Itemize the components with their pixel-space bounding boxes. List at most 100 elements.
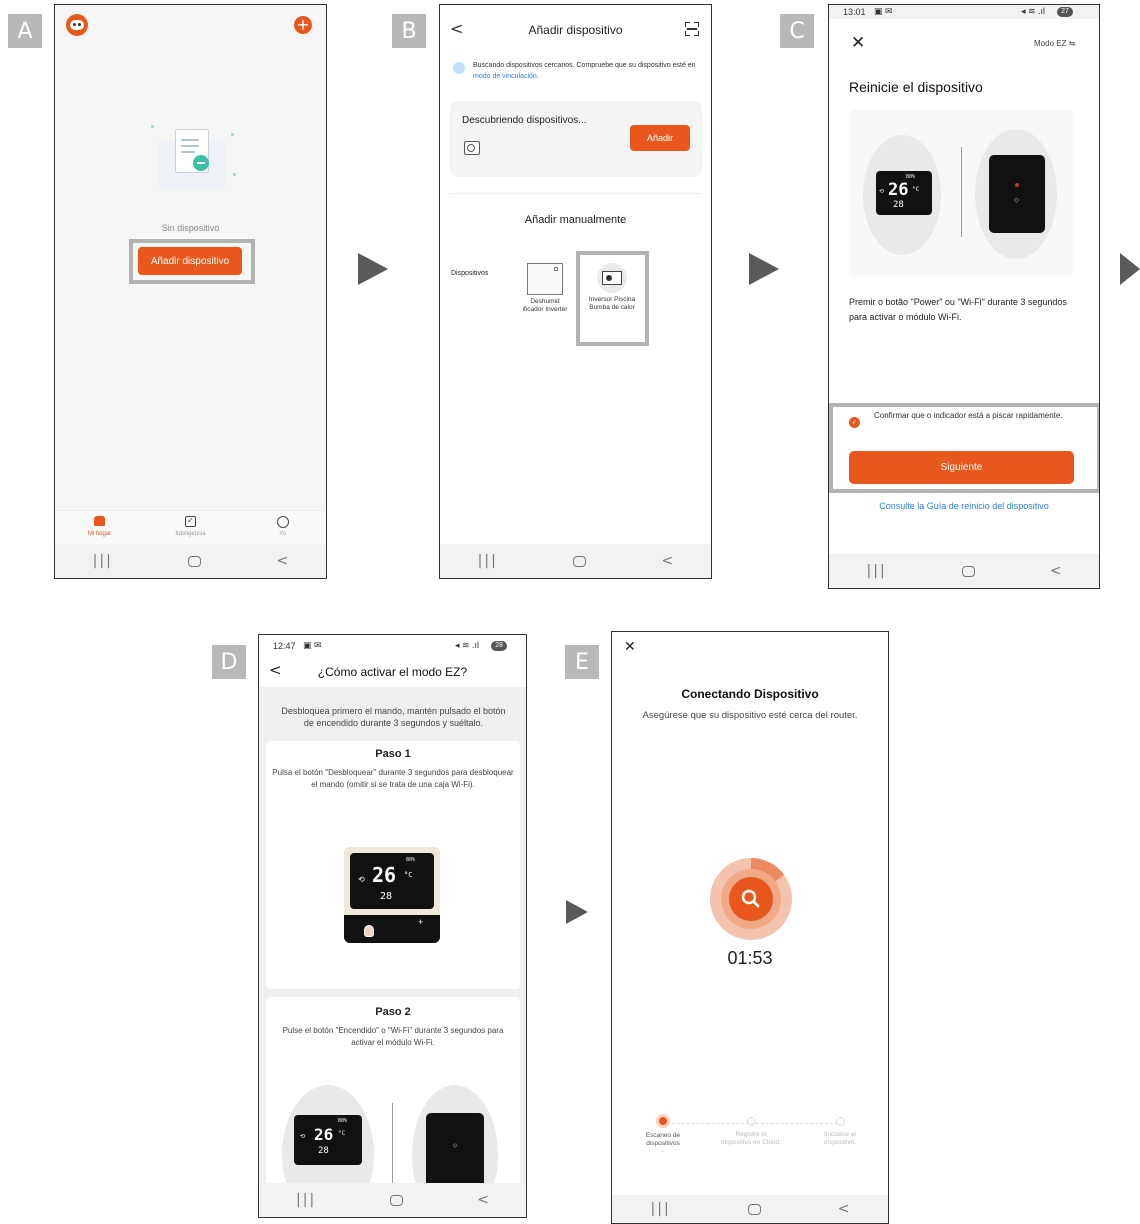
recent-apps-icon[interactable]: |||	[296, 1192, 316, 1208]
page-title: Reinicie el dispositivo	[849, 79, 983, 95]
arrow-d-to-e	[566, 900, 588, 924]
close-icon[interactable]: ✕	[624, 639, 636, 655]
check-square-icon: ✓	[185, 516, 196, 527]
thermostat-image: 80% 26 °C 28 ⟲ +	[344, 847, 440, 943]
step-label: Escaneo de dispositivos	[645, 1132, 681, 1147]
home-button-icon[interactable]	[747, 1203, 761, 1215]
intro-text: Desbloquea primero el mando, mantén puls…	[281, 706, 506, 728]
search-icon	[734, 881, 770, 917]
separator-line	[961, 147, 962, 237]
recent-apps-icon[interactable]: |||	[93, 553, 113, 569]
searching-indicator-icon	[453, 62, 465, 74]
device-item-dehumidifier[interactable]: Deshumid ificador Inverter	[522, 263, 568, 314]
tab-home[interactable]: Mi hogar	[77, 516, 122, 537]
confirm-text: Confirmar que o indicador está a piscar …	[874, 411, 1063, 420]
header: 12:47 ▣ ✉ ◂ ≋ .ıl 28 < ¿Cómo activar el …	[259, 635, 526, 687]
battery-icon: 28	[491, 641, 507, 651]
battery-icon: 27	[1057, 7, 1073, 17]
screen-e: ✕ Conectando Dispositivo Asegúrese que s…	[611, 631, 889, 1224]
progress-step-1: Escaneo de dispositivos .	[633, 1114, 693, 1154]
step-label: Registre el dispositivo en Cloud.	[721, 1131, 781, 1146]
close-icon[interactable]: ✕	[851, 33, 865, 53]
instructions-text: Premir o botão "Power" ou "Wi-Fi" durant…	[849, 297, 1067, 322]
dehumidifier-icon	[527, 263, 563, 295]
system-nav-bar: ||| <	[612, 1195, 888, 1223]
pairing-mode-link[interactable]: modo de vinculación	[473, 73, 537, 80]
thermostat-display: 80% 26 °C 28 ⟲	[876, 171, 932, 215]
back-icon[interactable]: <	[1050, 563, 1062, 579]
heat-pump-icon	[597, 263, 627, 293]
back-icon[interactable]: <	[477, 1192, 489, 1208]
page-title: ¿Cómo activar el modo EZ?	[317, 665, 468, 679]
discovering-card: Descubriendo dispositivos... Añadir	[450, 101, 702, 177]
thermostat-display: 80% 26 °C 28 ⟲	[294, 1115, 362, 1165]
back-icon[interactable]: <	[838, 1201, 850, 1217]
system-nav-bar: ||| <	[829, 554, 1099, 588]
empty-document-icon	[147, 121, 237, 201]
status-time: 13:01	[843, 7, 866, 17]
tab-home-label: Mi hogar	[87, 531, 112, 537]
status-time: 12:47	[273, 641, 296, 651]
step-label-c: C	[780, 14, 814, 48]
device-image-card: 80% 26 °C 28 ⟲ ⬦	[849, 109, 1073, 277]
page-title: Añadir dispositivo	[528, 23, 623, 37]
screen-d: 12:47 ▣ ✉ ◂ ≋ .ıl 28 < ¿Cómo activar el …	[258, 634, 527, 1218]
back-icon[interactable]: <	[662, 553, 674, 569]
arrow-a-to-b	[358, 253, 388, 285]
reset-guide-link[interactable]: Consulte la Guía de reinicio del disposi…	[829, 501, 1099, 511]
add-plus-icon[interactable]: +	[294, 16, 312, 34]
home-icon	[94, 516, 105, 526]
device-item-heat-pump[interactable]: Inversor Piscina Bomba de calor	[584, 263, 640, 312]
confirm-checkbox[interactable]: ✓	[849, 417, 860, 428]
step2-title: Paso 2	[375, 1006, 411, 1018]
arrow-c-to-d	[1120, 253, 1140, 285]
home-button-icon[interactable]	[188, 555, 202, 567]
step-label-b: B	[392, 14, 426, 48]
notification-icons: ▣ ✉	[303, 640, 322, 650]
add-discovered-button[interactable]: Añadir	[630, 125, 690, 151]
tab-me[interactable]: Yo	[265, 516, 300, 537]
discovered-device-icon	[464, 141, 480, 155]
system-nav-bar: ||| <	[259, 1183, 526, 1217]
tab-me-label: Yo	[279, 531, 286, 537]
status-bar: 13:01 ▣ ✉ ◂ ≋ .ıl 27	[829, 5, 1099, 19]
page-title: Conectando Dispositivo	[681, 687, 819, 701]
recent-apps-icon[interactable]: |||	[478, 553, 498, 569]
step1-title: Paso 1	[375, 748, 411, 760]
step2-card: Paso 2 Pulse el botón "Encendido" o "Wi-…	[266, 997, 520, 1197]
screen-c: 13:01 ▣ ✉ ◂ ≋ .ıl 27 ✕ Modo EZ ⇋ Reinici…	[828, 4, 1100, 589]
tab-intelligence[interactable]: ✓ Inteligencia	[163, 516, 218, 537]
app-logo-icon	[66, 14, 88, 36]
category-label: Dispositivos	[451, 270, 489, 277]
next-button[interactable]: Siguiente	[849, 451, 1074, 484]
home-button-icon[interactable]	[390, 1194, 404, 1206]
signal-icons: ◂ ≋ .ıl	[1021, 6, 1046, 16]
scan-icon[interactable]	[685, 22, 699, 36]
user-circle-icon	[276, 516, 289, 528]
mode-ez-label[interactable]: Modo EZ ⇋	[1034, 39, 1075, 48]
step-label-e: E	[565, 645, 599, 679]
home-button-icon[interactable]	[961, 565, 975, 577]
searching-text: Buscando dispositivos cercanos. Comprueb…	[473, 62, 696, 80]
progress-step-2: Registre el dispositivo en Cloud.	[721, 1117, 781, 1147]
back-icon[interactable]: <	[277, 553, 289, 569]
recent-apps-icon[interactable]: |||	[867, 563, 887, 579]
recent-apps-icon[interactable]: |||	[651, 1201, 671, 1217]
device-name: Deshumid ificador Inverter	[522, 298, 568, 313]
discovering-title: Descubriendo dispositivos...	[462, 115, 587, 126]
screen-b: < Añadir dispositivo Buscando dispositiv…	[439, 4, 712, 579]
finger-press-icon	[364, 925, 374, 937]
step-label: Inicialice el dispositivo.	[823, 1131, 857, 1146]
tab-intelligence-label: Inteligencia	[175, 531, 206, 537]
system-nav-bar: ||| <	[55, 544, 326, 578]
swap-icon: ⇋	[1068, 39, 1076, 48]
home-button-icon[interactable]	[573, 555, 587, 567]
step-label-a: A	[8, 14, 42, 48]
wifi-box-image: ⬦	[989, 155, 1045, 233]
manual-add-title: Añadir manualmente	[524, 214, 627, 226]
add-device-button[interactable]: Añadir dispositivo	[138, 247, 242, 275]
countdown-timer: 01:53	[727, 948, 773, 968]
step2-text: Pulse el botón "Encendido" o "Wi-Fi" dur…	[282, 1026, 504, 1047]
divider	[450, 193, 701, 194]
subtitle: Asegúrese que su dispositivo esté cerca …	[642, 710, 858, 721]
